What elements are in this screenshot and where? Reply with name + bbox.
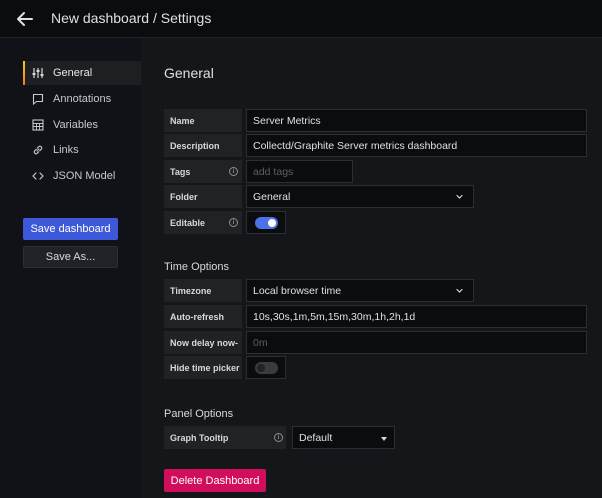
link-icon — [30, 144, 46, 156]
sidebar-item-label: Variables — [53, 119, 99, 131]
sidebar-item-label: Annotations — [53, 93, 112, 105]
section-heading-general: General — [164, 65, 214, 81]
description-label: Description — [164, 134, 242, 157]
save-as-button[interactable]: Save As... — [23, 246, 118, 268]
folder-label: Folder — [164, 185, 242, 208]
toggle-switch-on — [254, 216, 278, 229]
sidebar-item-links[interactable]: Links — [23, 138, 141, 162]
editable-toggle[interactable] — [246, 211, 286, 234]
sidebar-item-variables[interactable]: Variables — [23, 113, 141, 137]
chevron-down-icon — [455, 192, 464, 201]
timezone-select[interactable]: Local browser time — [246, 279, 474, 302]
now-delay-label: Now delay now- — [164, 331, 242, 354]
sidebar-item-annotations[interactable]: Annotations — [23, 87, 141, 111]
top-bar: New dashboard / Settings — [0, 0, 602, 38]
name-input[interactable]: Server Metrics — [246, 109, 587, 132]
tags-input[interactable]: add tags — [246, 160, 353, 183]
graph-tooltip-label: Graph Tooltip — [164, 426, 286, 449]
graph-tooltip-select[interactable]: Default — [292, 426, 395, 449]
code-icon — [30, 170, 46, 182]
calculator-icon — [30, 119, 46, 131]
comment-icon — [30, 93, 46, 105]
sidebar-item-json-model[interactable]: JSON Model — [23, 164, 141, 188]
section-heading-panel-options: Panel Options — [164, 408, 234, 420]
delete-dashboard-button[interactable]: Delete Dashboard — [164, 469, 266, 492]
chevron-down-icon — [455, 286, 464, 295]
timezone-value: Local browser time — [253, 284, 342, 297]
sidebar-item-label: Links — [53, 144, 79, 156]
page-title: New dashboard / Settings — [51, 10, 212, 26]
sliders-icon — [30, 67, 46, 79]
auto-refresh-input[interactable]: 10s,30s,1m,5m,15m,30m,1h,2h,1d — [246, 305, 587, 328]
hide-time-picker-toggle[interactable] — [246, 356, 286, 379]
toggle-switch-off — [254, 361, 278, 374]
hide-time-picker-label: Hide time picker — [164, 356, 242, 379]
caret-down-icon — [381, 437, 387, 441]
info-icon: i — [229, 167, 238, 176]
section-heading-time-options: Time Options — [164, 261, 230, 273]
name-label: Name — [164, 109, 242, 132]
back-arrow-icon[interactable] — [14, 8, 36, 30]
info-icon: i — [229, 218, 238, 227]
description-input[interactable]: Collectd/Graphite Server metrics dashboa… — [246, 134, 587, 157]
save-dashboard-button[interactable]: Save dashboard — [23, 218, 118, 240]
info-icon: i — [274, 433, 283, 442]
folder-value: General — [253, 190, 291, 203]
sidebar-item-general[interactable]: General — [23, 61, 141, 85]
sidebar-item-label: General — [53, 67, 93, 79]
sidebar-item-label: JSON Model — [53, 170, 116, 182]
auto-refresh-label: Auto-refresh — [164, 305, 242, 328]
graph-tooltip-value: Default — [299, 431, 333, 444]
timezone-label: Timezone — [164, 279, 242, 302]
folder-select[interactable]: General — [246, 185, 474, 208]
now-delay-input[interactable]: 0m — [246, 331, 587, 354]
